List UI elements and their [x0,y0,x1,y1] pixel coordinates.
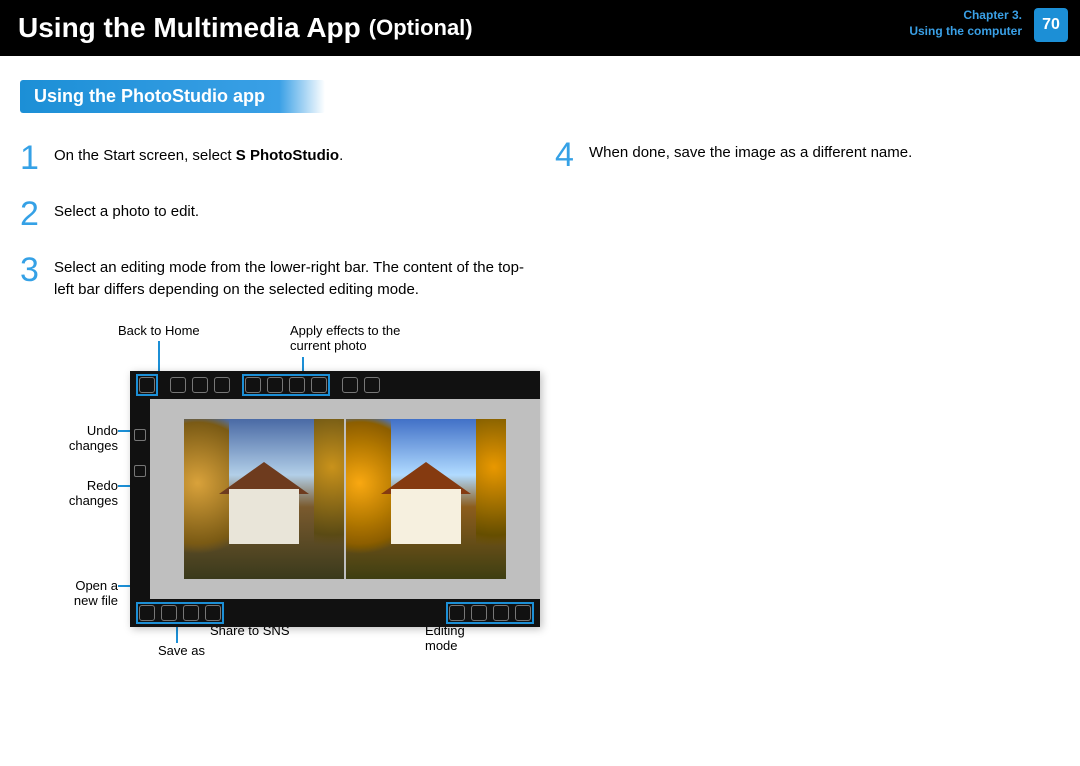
mode-icon[interactable] [515,605,531,621]
chapter-line2: Using the computer [909,24,1022,40]
app-left-sidebar [130,399,150,599]
effects-button-group[interactable] [242,374,330,396]
photo-before [184,419,344,579]
step-1-bold: S PhotoStudio [236,147,339,164]
step-4-number: 4 [555,138,589,172]
step-4-text: When done, save the image as a different… [589,138,912,164]
save-as-icon[interactable] [161,605,177,621]
app-top-toolbar [130,371,540,399]
step-1-number: 1 [20,141,54,175]
photostudio-window [130,371,540,627]
chapter-label: Chapter 3. Using the computer [909,8,1022,39]
tree-graphic [314,419,344,579]
left-column: Using the PhotoStudio app 1 On the Start… [20,80,525,683]
callout-redo-l1: Redo [87,478,118,493]
redo-icon[interactable] [134,465,146,477]
app-canvas [150,399,540,599]
top-toolbar-group-3 [342,377,380,393]
step-2-number: 2 [20,197,54,231]
page-number-badge: 70 [1034,8,1068,42]
top-toolbar-group-1 [170,377,230,393]
mode-icon[interactable] [471,605,487,621]
step-1-text: On the Start screen, select S PhotoStudi… [54,141,343,167]
callout-open-l1: Open a [75,578,118,593]
callout-undo: Undochanges [62,423,118,454]
figure-wrapper: Back to Home Apply effects to the curren… [70,323,500,683]
step-3-text: Select an editing mode from the lower-ri… [54,253,525,301]
toolbar-icon[interactable] [342,377,358,393]
right-column: 4 When done, save the image as a differe… [555,80,1060,683]
step-1: 1 On the Start screen, select S PhotoStu… [20,141,525,175]
callout-apply-effects-l2: current photo [290,338,400,354]
callout-back-home: Back to Home [118,323,200,339]
toolbar-icon[interactable] [170,377,186,393]
photo-after [346,419,506,579]
effect-icon[interactable] [311,377,327,393]
callout-redo: Redochanges [62,478,118,509]
house-graphic [391,489,461,544]
tree-graphic [476,419,506,579]
house-graphic [229,489,299,544]
effect-icon[interactable] [289,377,305,393]
home-button-group[interactable] [136,374,158,396]
tree-graphic [184,419,229,579]
editing-mode-group[interactable] [446,602,534,624]
toolbar-icon[interactable] [364,377,380,393]
callout-undo-l2: changes [69,438,118,453]
effect-icon[interactable] [267,377,283,393]
callout-editmode: Editing mode [425,623,500,654]
step-2-text: Select a photo to edit. [54,197,199,223]
callout-apply-effects-l1: Apply effects to the [290,323,400,339]
callout-undo-l1: Undo [87,423,118,438]
step-1-pre: On the Start screen, select [54,147,236,164]
step-4: 4 When done, save the image as a differe… [555,138,1060,172]
callout-redo-l2: changes [69,493,118,508]
mode-icon[interactable] [449,605,465,621]
content-area: Using the PhotoStudio app 1 On the Start… [0,56,1080,683]
step-3-number: 3 [20,253,54,287]
share-icon[interactable] [183,605,199,621]
step-1-post: . [339,147,343,164]
file-actions-group[interactable] [136,602,224,624]
undo-icon[interactable] [134,429,146,441]
share-icon[interactable] [205,605,221,621]
app-bottom-toolbar [130,599,540,627]
page-title-optional: (Optional) [369,15,473,41]
effect-icon[interactable] [245,377,261,393]
section-heading: Using the PhotoStudio app [20,80,325,113]
chapter-line1: Chapter 3. [909,8,1022,24]
step-3: 3 Select an editing mode from the lower-… [20,253,525,301]
page-title-main: Using the Multimedia App [18,12,361,44]
page-header: Using the Multimedia App (Optional) Chap… [0,0,1080,56]
callout-saveas: Save as [158,643,205,659]
callout-open-l2: new file [74,593,118,608]
callout-apply-effects: Apply effects to the current photo [290,323,400,354]
open-file-icon[interactable] [139,605,155,621]
step-2: 2 Select a photo to edit. [20,197,525,231]
callout-open: Open anew file [54,578,118,609]
toolbar-icon[interactable] [214,377,230,393]
home-icon[interactable] [139,377,155,393]
tree-graphic [346,419,391,579]
mode-icon[interactable] [493,605,509,621]
toolbar-icon[interactable] [192,377,208,393]
